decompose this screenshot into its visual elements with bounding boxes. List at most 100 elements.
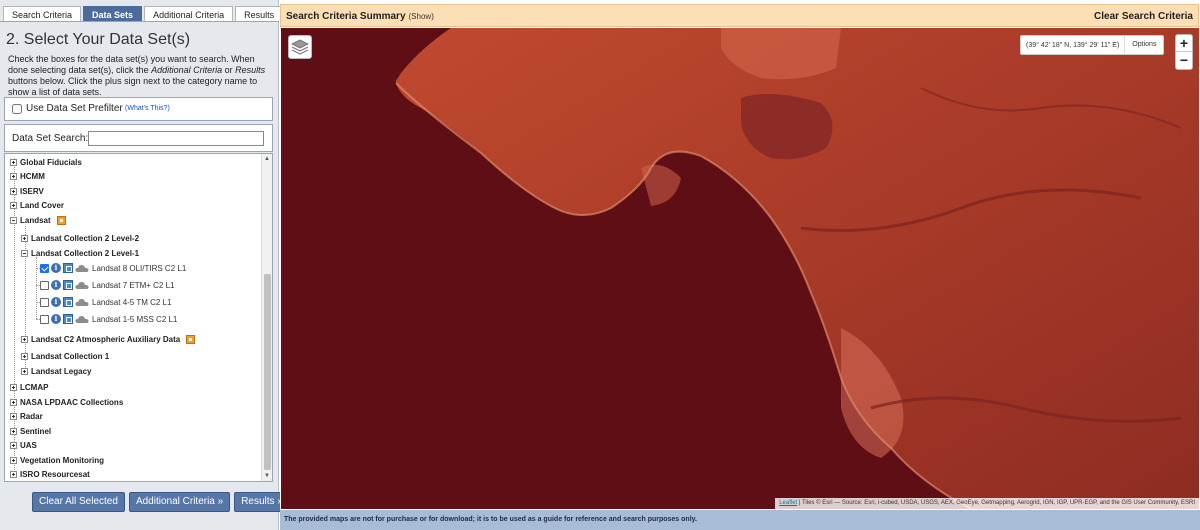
expand-icon[interactable]	[10, 470, 17, 478]
expand-icon[interactable]	[21, 335, 28, 343]
expand-icon[interactable]	[10, 412, 17, 420]
dataset-item[interactable]: i Landsat 1-5 MSS C2 L1	[40, 312, 177, 326]
instructions-part-3: buttons below. Click the plus sign next …	[8, 76, 258, 97]
map-options-button[interactable]: Options	[1124, 35, 1163, 55]
tree-node-landsat-legacy[interactable]: Landsat Legacy	[21, 364, 91, 378]
dataset-search-label: Data Set Search:	[12, 133, 89, 144]
tree-node-label: Radar	[20, 411, 43, 421]
collapse-icon[interactable]	[10, 216, 17, 224]
tree-node-landsat-c2-l1[interactable]: Landsat Collection 2 Level-1	[21, 246, 139, 260]
coordinate-text: (39° 42' 18" N, 139° 29' 11" E)	[1026, 41, 1120, 49]
footprint-icon[interactable]	[63, 280, 73, 290]
tree-node-uas[interactable]: UAS	[10, 438, 37, 452]
tab-divider	[0, 21, 279, 22]
tab-search-criteria[interactable]: Search Criteria	[3, 6, 82, 22]
info-icon[interactable]: i	[51, 314, 61, 324]
info-icon[interactable]: i	[51, 280, 61, 290]
expand-icon[interactable]	[10, 158, 17, 166]
layers-button[interactable]	[288, 35, 312, 59]
tree-node-hcmm[interactable]: HCMM	[10, 169, 45, 183]
tree-node-label: ISERV	[20, 186, 44, 196]
tree-node-label: Landsat Legacy	[31, 366, 92, 376]
scroll-down-icon[interactable]: ▼	[262, 471, 272, 481]
cloud-icon[interactable]	[75, 298, 89, 307]
satellite-imagery[interactable]	[281, 28, 1199, 509]
footprint-icon[interactable]	[63, 314, 73, 324]
tree-node-vegetation-monitoring[interactable]: Vegetation Monitoring	[10, 453, 104, 467]
summary-show-link[interactable]: (Show)	[409, 12, 434, 21]
tab-additional-criteria[interactable]: Additional Criteria	[144, 6, 234, 22]
clear-search-criteria-link[interactable]: Clear Search Criteria	[1094, 11, 1193, 22]
expand-icon[interactable]	[10, 172, 17, 180]
tree-node-landsat-c2-l2[interactable]: Landsat Collection 2 Level-2	[21, 231, 139, 245]
info-icon[interactable]: i	[51, 297, 61, 307]
tree-node-radar[interactable]: Radar	[10, 409, 43, 423]
tab-results[interactable]: Results	[235, 6, 284, 22]
coordinate-readout: (39° 42' 18" N, 139° 29' 11" E) Options	[1020, 35, 1165, 55]
expand-icon[interactable]	[10, 383, 17, 391]
cloud-icon[interactable]	[75, 315, 89, 324]
tree-node-global-fiducials[interactable]: Global Fiducials	[10, 155, 82, 169]
expand-icon[interactable]	[10, 187, 17, 195]
tree-node-label: Land Cover	[20, 200, 65, 210]
prefilter-checkbox[interactable]	[12, 104, 22, 114]
tree-node-label: UAS	[20, 440, 37, 450]
scroll-thumb[interactable]	[264, 274, 271, 470]
expand-icon[interactable]	[10, 456, 17, 464]
footprint-icon[interactable]	[63, 297, 73, 307]
dataset-label: Landsat 1-5 MSS C2 L1	[92, 314, 178, 324]
dataset-item[interactable]: i Landsat 7 ETM+ C2 L1	[40, 278, 175, 292]
expand-icon[interactable]	[21, 352, 28, 360]
tree-node-land-cover[interactable]: Land Cover	[10, 198, 64, 212]
tree-node-sentinel[interactable]: Sentinel	[10, 424, 51, 438]
tree-node-label: Landsat	[20, 215, 51, 225]
tree-node-label: Landsat Collection 1	[31, 351, 110, 361]
expand-icon[interactable]	[10, 441, 17, 449]
dataset-checkbox[interactable]	[40, 297, 49, 307]
flag-icon[interactable]	[56, 215, 66, 225]
tree-node-nasa-lpdaac[interactable]: NASA LPDAAC Collections	[10, 395, 123, 409]
map-pane: Search Criteria Summary (Show) Clear Sear…	[280, 0, 1200, 530]
dataset-label: Landsat 4-5 TM C2 L1	[92, 297, 172, 307]
zoom-in-button[interactable]: +	[1176, 35, 1192, 52]
tree-node-label: NASA LPDAAC Collections	[20, 397, 124, 407]
tab-data-sets[interactable]: Data Sets	[83, 6, 143, 22]
scroll-up-icon[interactable]: ▲	[262, 154, 272, 164]
expand-icon[interactable]	[21, 367, 28, 375]
footprint-icon[interactable]	[63, 263, 73, 273]
map-view[interactable]: (39° 42' 18" N, 139° 29' 11" E) Options …	[281, 28, 1199, 509]
tree-node-landsat[interactable]: Landsat	[10, 213, 66, 227]
prefilter-box: Use Data Set Prefilter (What's This?)	[4, 97, 273, 121]
dataset-checkbox[interactable]	[40, 314, 49, 324]
dataset-item[interactable]: i Landsat 4-5 TM C2 L1	[40, 295, 171, 309]
prefilter-label[interactable]: Use Data Set Prefilter	[26, 103, 123, 114]
leaflet-link[interactable]: Leaflet	[779, 500, 797, 506]
tree-node-isro-resourcesat[interactable]: ISRO Resourcesat	[10, 467, 90, 481]
expand-icon[interactable]	[21, 234, 28, 242]
tree-scrollbar[interactable]: ▲ ▼	[261, 154, 272, 481]
instructions-emphasis-1: Additional Criteria	[151, 65, 223, 75]
whats-this-link[interactable]: (What's This?)	[125, 105, 170, 112]
cloud-icon[interactable]	[75, 264, 89, 273]
clear-all-selected-button[interactable]: Clear All Selected	[32, 492, 125, 512]
dataset-search-input[interactable]	[88, 131, 264, 146]
tree-node-landsat-collection-1[interactable]: Landsat Collection 1	[21, 349, 109, 363]
tree-node-iserv[interactable]: ISERV	[10, 184, 44, 198]
flag-icon[interactable]	[186, 334, 196, 344]
dataset-checkbox[interactable]	[40, 280, 49, 290]
tree-node-label: LCMAP	[20, 382, 49, 392]
info-icon[interactable]: i	[51, 263, 61, 273]
attribution-text: | Tiles © Esri — Source: Esri, i-cubed, …	[797, 500, 1195, 506]
tree-node-atmospheric-auxiliary[interactable]: Landsat C2 Atmospheric Auxiliary Data	[21, 332, 196, 346]
dataset-checkbox[interactable]	[40, 263, 49, 273]
zoom-out-button[interactable]: −	[1176, 52, 1192, 69]
expand-icon[interactable]	[10, 398, 17, 406]
cloud-icon[interactable]	[75, 281, 89, 290]
tree-node-lcmap[interactable]: LCMAP	[10, 380, 48, 394]
collapse-icon[interactable]	[21, 249, 28, 257]
dataset-item[interactable]: i Landsat 8 OLI/TIRS C2 L1	[40, 261, 186, 275]
additional-criteria-button[interactable]: Additional Criteria »	[128, 492, 231, 512]
expand-icon[interactable]	[10, 427, 17, 435]
expand-icon[interactable]	[10, 201, 17, 209]
tree-node-label: ISRO Resourcesat	[20, 469, 90, 479]
